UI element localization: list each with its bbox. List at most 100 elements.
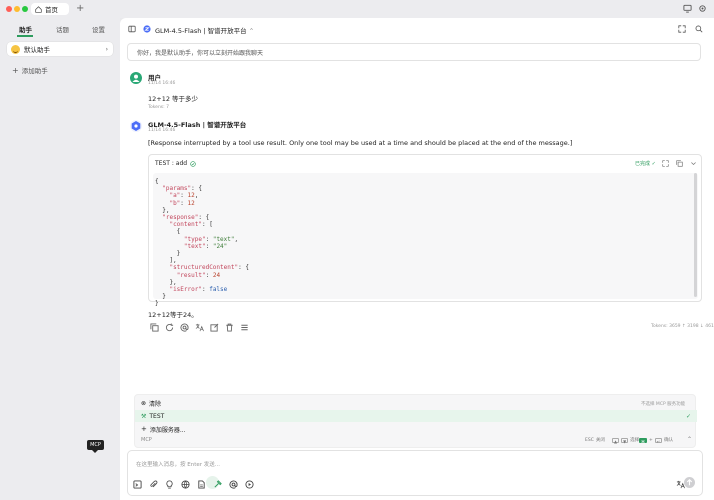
mcp-clear-option[interactable]: ⊗ 清除 不选择 MCP 服务功能	[135, 397, 697, 409]
search-icon[interactable]	[695, 25, 703, 33]
tab-assistants[interactable]: 助手	[19, 24, 32, 34]
smile-emoji-icon	[11, 44, 20, 54]
sidebar-toggle-icon[interactable]	[128, 25, 136, 33]
bot-answer-text: 12+12等于24。	[148, 311, 198, 319]
plus-icon: +	[141, 425, 147, 433]
model-selector[interactable]: GLM-4.5-Flash | 智谱开放平台 ⌃	[155, 25, 254, 35]
minimize-window-button[interactable]	[14, 6, 20, 12]
mcp-clear-label: 清除	[149, 400, 162, 408]
mcp-footer-label: MCP	[141, 437, 152, 443]
active-tab-indicator	[17, 35, 33, 37]
select-hint: ▲ ▼ 选择	[612, 437, 640, 444]
paperclip-icon[interactable]	[149, 480, 158, 489]
edit-icon[interactable]	[210, 323, 219, 332]
user-avatar	[130, 72, 142, 84]
tool-result-code: { "params": { "a": 12, "b": 12 }, "respo…	[153, 173, 698, 307]
add-assistant-label: 添加助手	[21, 67, 48, 75]
mcp-tooltip: MCP	[87, 440, 104, 450]
chevron-down-icon[interactable]	[690, 160, 697, 167]
user-token-count: Tokens: 7	[148, 105, 169, 110]
send-button[interactable]	[684, 477, 695, 488]
topic-prompt-text: 你好，我是默认助手，你可以立刻开始跟我聊天	[137, 49, 264, 57]
arrow-down-key-icon: ▼	[621, 437, 629, 444]
bot-avatar	[130, 120, 142, 132]
translate-icon[interactable]	[195, 323, 204, 332]
user-icon	[132, 74, 140, 82]
plus-sign-icon: +	[649, 437, 653, 443]
assistant-name: 默认助手	[24, 46, 50, 54]
tool-call-title: TEST : add	[155, 160, 188, 167]
confirm-label: 确认	[664, 438, 674, 443]
expand-icon[interactable]	[678, 25, 686, 33]
tool-call-card: TEST : add 已完成 ✓ { "params": { "a": 12, …	[148, 154, 702, 307]
bot-token-count: Tokens: 3659 ↑ 3198 ↓ 461	[651, 324, 714, 329]
tool-status-label: 已完成	[635, 161, 651, 167]
prompt-template-icon[interactable]	[133, 480, 142, 489]
monitor-icon[interactable]	[683, 4, 692, 13]
arrow-up-icon	[686, 478, 693, 486]
command-key-icon: ⌘	[639, 437, 647, 444]
home-icon	[35, 5, 42, 13]
mcp-hammer-icon[interactable]	[213, 480, 222, 489]
delete-icon[interactable]	[225, 323, 234, 332]
fullscreen-icon[interactable]	[662, 160, 669, 167]
tool-result-json: { "params": { "a": 12, "b": 12 }, "respo…	[155, 178, 249, 308]
check-icon: ✓	[686, 412, 692, 420]
message-input-box[interactable]: 在这里输入消息，按 Enter 发送...	[127, 450, 703, 496]
user-message-text: 12+12 等于多少	[148, 95, 199, 103]
maximize-window-button[interactable]	[22, 6, 28, 12]
chevron-right-icon[interactable]: ›	[106, 46, 108, 53]
esc-key: ESC	[585, 437, 594, 443]
tool-status: 已完成 ✓	[635, 161, 656, 167]
mcp-server-panel: ⊗ 清除 不选择 MCP 服务功能 ⚒ TEST ✓ + 添加服务器... MC…	[134, 394, 697, 448]
assistant-item-default[interactable]: 默认助手 ›	[7, 42, 113, 56]
tooltip-arrow	[92, 450, 98, 453]
user-timestamp: 11/14 16:46	[148, 81, 176, 86]
add-assistant-button[interactable]: + 添加助手	[12, 65, 48, 76]
settings-gear-icon[interactable]	[698, 4, 707, 13]
interrupt-notice: [Response interrupted by a tool use resu…	[148, 139, 573, 147]
arrow-up-key-icon: ▲	[612, 437, 620, 444]
globe-icon[interactable]	[181, 480, 190, 489]
mcp-add-server[interactable]: + 添加服务器...	[135, 423, 697, 435]
tab-home-label: 首页	[45, 6, 58, 14]
input-toolbar	[133, 480, 254, 489]
select-label: 选择	[630, 438, 640, 443]
more-menu-icon[interactable]	[240, 323, 249, 332]
sidebar-tabs: 助手 话题 设置	[0, 22, 120, 37]
copy-icon[interactable]	[150, 323, 159, 332]
file-icon[interactable]	[197, 480, 206, 489]
tab-settings[interactable]: 设置	[92, 24, 105, 34]
enter-key: ↵	[654, 437, 663, 444]
topic-prompt-bar[interactable]: 你好，我是默认助手，你可以立刻开始跟我聊天	[127, 43, 701, 61]
mcp-add-server-label: 添加服务器...	[149, 426, 186, 434]
regenerate-icon[interactable]	[165, 323, 174, 332]
bot-logo-icon	[131, 121, 141, 131]
collapse-up-icon[interactable]: ⌃	[687, 436, 692, 443]
tool-call-header[interactable]: TEST : add	[155, 160, 196, 167]
sidebar: 助手 话题 设置 默认助手 › + 添加助手	[0, 18, 120, 500]
mention-icon[interactable]	[180, 323, 189, 332]
close-window-button[interactable]	[6, 6, 12, 12]
message-actions	[150, 323, 249, 332]
tab-topics[interactable]: 话题	[56, 24, 69, 34]
hammer-icon: ⚒	[141, 412, 147, 420]
play-circle-icon[interactable]	[245, 480, 254, 489]
lightbulb-icon[interactable]	[165, 480, 174, 489]
tab-home[interactable]: 首页	[31, 3, 69, 15]
esc-hint: ESC 关闭	[585, 437, 605, 444]
copy-icon[interactable]	[676, 160, 683, 167]
message-input-placeholder: 在这里输入消息，按 Enter 发送...	[136, 462, 221, 468]
code-scrollbar[interactable]	[694, 173, 697, 297]
new-tab-button[interactable]: +	[76, 3, 84, 14]
model-name-label: GLM-4.5-Flash | 智谱开放平台	[155, 27, 247, 35]
chat-panel: GLM-4.5-Flash | 智谱开放平台 ⌃ 你好，我是默认助手，你可以立刻…	[120, 18, 714, 500]
plus-icon: +	[12, 65, 19, 75]
clear-circle-icon: ⊗	[141, 399, 147, 407]
check-circle-icon	[190, 160, 196, 167]
mcp-clear-hint: 不选择 MCP 服务功能	[641, 401, 686, 407]
mcp-server-test[interactable]: ⚒ TEST ✓	[135, 410, 697, 422]
title-bar: 首页 +	[0, 0, 714, 18]
model-logo-icon	[143, 25, 151, 33]
at-mention-icon[interactable]	[229, 480, 238, 489]
